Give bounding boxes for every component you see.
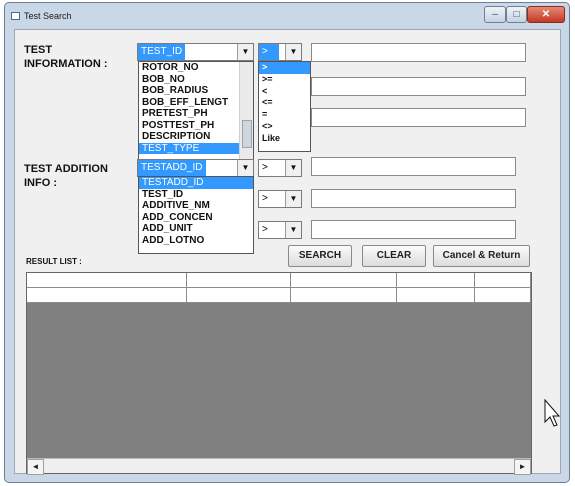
grid-header-cell[interactable] bbox=[475, 273, 531, 288]
list-item[interactable]: ADD_UNIT bbox=[139, 223, 253, 235]
list-scrollbar[interactable] bbox=[239, 62, 253, 164]
grid-cell[interactable] bbox=[291, 288, 397, 303]
list-item[interactable]: ADD_CONCEN bbox=[139, 212, 253, 224]
list-item[interactable]: TEST_ID bbox=[139, 189, 253, 201]
operator-value: > bbox=[262, 162, 268, 173]
operator-item[interactable]: >= bbox=[259, 74, 310, 86]
operator-item[interactable]: <> bbox=[259, 121, 310, 133]
test-addition-operator-combo-1[interactable]: > ▼ bbox=[258, 159, 302, 177]
test-addition-value-input-3[interactable] bbox=[311, 220, 516, 239]
list-item[interactable]: BOB_RADIUS bbox=[139, 85, 253, 97]
grid-header-cell[interactable] bbox=[27, 273, 187, 288]
scroll-thumb[interactable] bbox=[242, 120, 252, 148]
test-addition-field-value: TESTADD_ID bbox=[138, 160, 206, 176]
chevron-down-icon[interactable]: ▼ bbox=[285, 44, 301, 60]
mouse-cursor-icon bbox=[544, 398, 561, 427]
test-addition-field-combo[interactable]: TESTADD_ID ▼ bbox=[137, 159, 254, 177]
test-info-operator-value: > bbox=[259, 44, 279, 60]
list-item[interactable]: POSTTEST_PH bbox=[139, 120, 253, 132]
operator-item[interactable]: < bbox=[259, 86, 310, 98]
maximize-icon: □ bbox=[513, 9, 520, 20]
test-info-value-input-1[interactable] bbox=[311, 43, 526, 62]
test-info-label-line1: TEST bbox=[24, 44, 53, 56]
test-addition-value-input-1[interactable] bbox=[311, 157, 516, 176]
test-addition-field-list[interactable]: TESTADD_ID TEST_ID ADDITIVE_NM ADD_CONCE… bbox=[138, 176, 254, 254]
test-addition-label-line1: TEST ADDITION bbox=[24, 163, 108, 175]
chevron-down-icon[interactable]: ▼ bbox=[285, 160, 301, 176]
search-button[interactable]: SEARCH bbox=[288, 245, 352, 267]
list-item-highlighted[interactable]: TESTADD_ID bbox=[139, 177, 253, 189]
operator-value: > bbox=[262, 193, 268, 204]
result-grid[interactable] bbox=[26, 272, 532, 474]
chevron-down-icon[interactable]: ▼ bbox=[237, 44, 253, 60]
test-addition-operator-combo-3[interactable]: > ▼ bbox=[258, 221, 302, 239]
test-addition-label-line2: INFO : bbox=[24, 177, 57, 189]
test-info-value-input-3[interactable] bbox=[311, 108, 526, 127]
list-item[interactable]: ADD_LOTNO bbox=[139, 235, 253, 247]
scroll-left-icon[interactable]: ◄ bbox=[27, 459, 44, 475]
app-icon bbox=[11, 12, 20, 20]
list-item-highlighted[interactable]: TEST_TYPE bbox=[139, 142, 253, 154]
chevron-down-icon[interactable]: ▼ bbox=[237, 160, 253, 176]
test-info-value-input-2[interactable] bbox=[311, 77, 526, 96]
operator-item[interactable]: Like bbox=[259, 133, 310, 145]
test-info-field-list[interactable]: ROTOR_NO BOB_NO BOB_RADIUS BOB_EFF_LENGT… bbox=[138, 61, 254, 165]
list-item[interactable]: ADDITIVE_NM bbox=[139, 200, 253, 212]
operator-value: > bbox=[262, 224, 268, 235]
grid-cell[interactable] bbox=[27, 288, 187, 303]
list-item[interactable]: BOB_EFF_LENGT bbox=[139, 97, 253, 109]
test-info-field-value: TEST_ID bbox=[138, 44, 186, 60]
test-info-field-combo[interactable]: TEST_ID ▼ bbox=[137, 43, 254, 61]
chevron-down-icon[interactable]: ▼ bbox=[285, 222, 301, 238]
grid-header-cell[interactable] bbox=[187, 273, 291, 288]
result-list-label: RESULT LIST : bbox=[26, 257, 82, 266]
grid-horizontal-scrollbar[interactable]: ◄ ► bbox=[27, 458, 531, 475]
test-info-label-line2: INFORMATION : bbox=[24, 58, 108, 70]
test-info-operator-combo[interactable]: > ▼ bbox=[258, 43, 302, 61]
maximize-button[interactable]: □ bbox=[506, 6, 527, 23]
window-title: Test Search bbox=[24, 11, 72, 21]
close-icon: ✕ bbox=[541, 9, 551, 20]
grid-cell[interactable] bbox=[187, 288, 291, 303]
grid-header-cell[interactable] bbox=[397, 273, 475, 288]
operator-item[interactable]: <= bbox=[259, 97, 310, 109]
grid-header-cell[interactable] bbox=[291, 273, 397, 288]
list-item[interactable]: ROTOR_NO bbox=[139, 62, 253, 74]
test-info-operator-list[interactable]: > >= < <= = <> Like bbox=[258, 61, 311, 152]
clear-button[interactable]: CLEAR bbox=[362, 245, 426, 267]
list-item[interactable]: DESCRIPTION bbox=[139, 131, 253, 143]
minimize-button[interactable]: – bbox=[484, 6, 506, 23]
operator-item[interactable]: = bbox=[259, 109, 310, 121]
close-button[interactable]: ✕ bbox=[527, 6, 565, 23]
grid-cell[interactable] bbox=[475, 288, 531, 303]
cancel-return-button[interactable]: Cancel & Return bbox=[433, 245, 530, 267]
grid-cell[interactable] bbox=[397, 288, 475, 303]
scroll-right-icon[interactable]: ► bbox=[514, 459, 531, 475]
minimize-icon: – bbox=[492, 9, 498, 20]
test-addition-operator-combo-2[interactable]: > ▼ bbox=[258, 190, 302, 208]
operator-item[interactable]: > bbox=[259, 62, 310, 74]
test-addition-value-input-2[interactable] bbox=[311, 189, 516, 208]
list-item[interactable]: PRETEST_PH bbox=[139, 108, 253, 120]
list-item[interactable]: BOB_NO bbox=[139, 74, 253, 86]
chevron-down-icon[interactable]: ▼ bbox=[285, 191, 301, 207]
